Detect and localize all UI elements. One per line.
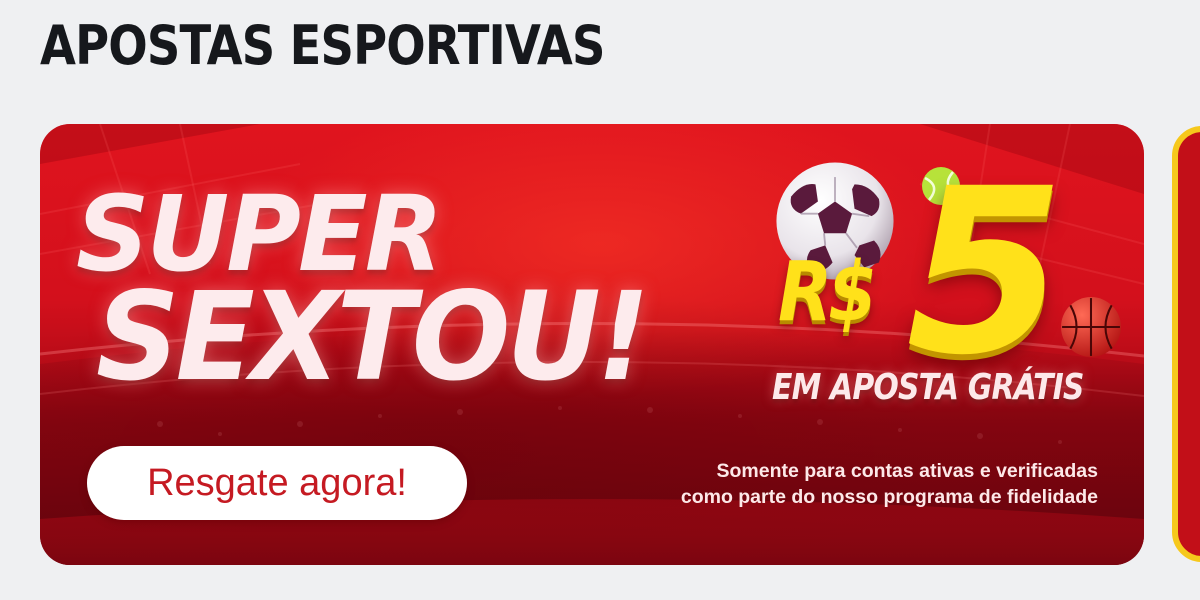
currency-symbol: R$ [778, 245, 877, 340]
page: APOSTAS ESPORTIVAS SUPER SEXTOU! Resgate… [0, 0, 1200, 600]
section-title: APOSTAS ESPORTIVAS [40, 14, 605, 77]
offer-label: EM APOSTA GRÁTIS [772, 367, 1084, 408]
headline-sextou: SEXTOU! [96, 266, 650, 408]
bonus-amount: 5 [906, 139, 1065, 405]
disclaimer-line-2: como parte do nosso programa de fidelida… [680, 486, 1098, 508]
next-promo-card[interactable] [1172, 126, 1200, 562]
basketball-icon [1061, 297, 1121, 357]
redeem-now-button[interactable]: Resgate agora! [87, 446, 467, 520]
promo-banner[interactable]: SUPER SEXTOU! Resgate agora! R$ 5 EM APO… [40, 124, 1144, 565]
eligibility-disclaimer: Somente para contas ativas e verificadas… [538, 458, 1098, 510]
disclaimer-line-1: Somente para contas ativas e verificadas [716, 460, 1098, 482]
